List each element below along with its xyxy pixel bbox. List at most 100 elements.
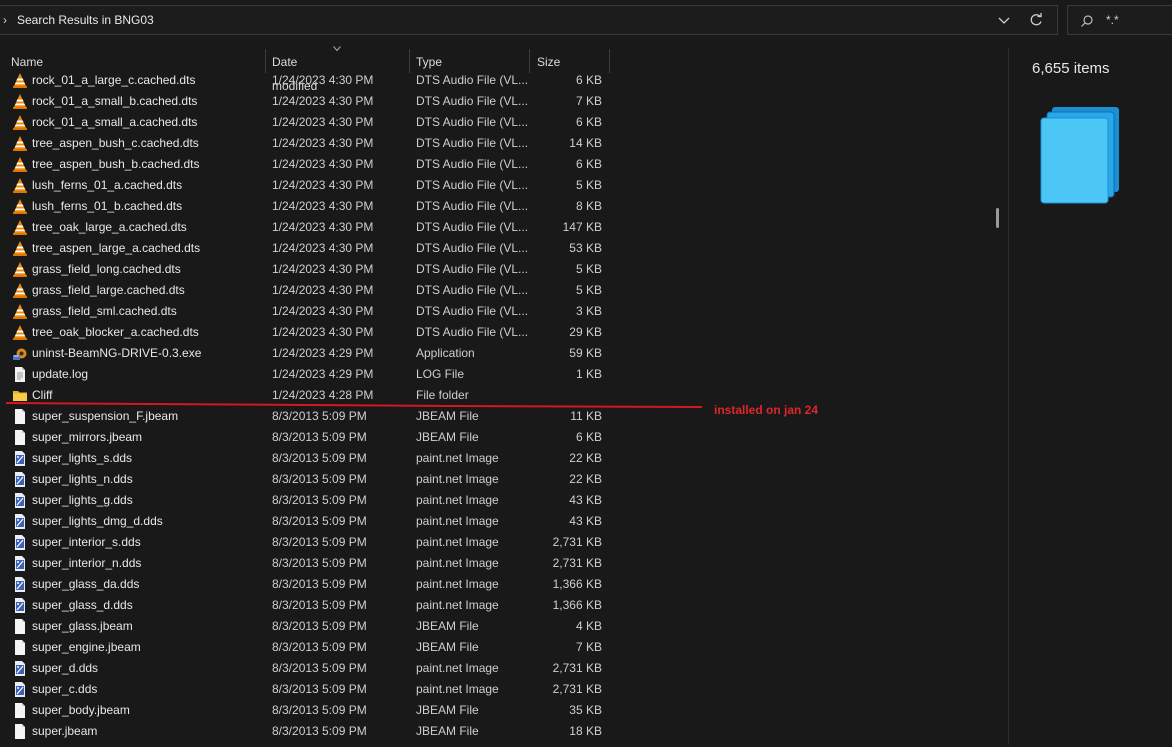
vlc-cone-icon (12, 177, 28, 194)
file-type: paint.net Image (416, 493, 499, 507)
file-row[interactable]: super_interior_s.dds 8/3/2013 5:09 PM pain… (0, 532, 620, 553)
file-name: grass_field_large.cached.dts (32, 283, 185, 297)
file-row[interactable]: grass_field_sml.cached.dts 1/24/2023 4:30… (0, 301, 620, 322)
file-type: DTS Audio File (VL... (416, 325, 529, 339)
chevron-right-icon[interactable]: › (3, 13, 7, 27)
file-row[interactable]: tree_aspen_bush_b.cached.dts 1/24/2023 4:… (0, 154, 620, 175)
file-row[interactable]: super_glass.jbeam 8/3/2013 5:09 PM JBEAM F… (0, 616, 620, 637)
file-row[interactable]: super_glass_d.dds 8/3/2013 5:09 PM paint.n… (0, 595, 620, 616)
file-date-modified: 1/24/2023 4:30 PM (272, 304, 374, 318)
file-row[interactable]: lush_ferns_01_b.cached.dts 1/24/2023 4:30… (0, 196, 620, 217)
file-size: 22 KB (569, 472, 602, 486)
file-size: 7 KB (575, 94, 602, 108)
scrollbar-thumb[interactable] (996, 208, 999, 228)
file-type: DTS Audio File (VL... (416, 178, 529, 192)
file-name: super_interior_n.dds (32, 556, 142, 570)
file-row[interactable]: super_lights_s.dds 8/3/2013 5:09 PM paint.… (0, 448, 620, 469)
file-size: 7 KB (575, 640, 602, 654)
file-name: update.log (32, 367, 89, 381)
file-name: super_mirrors.jbeam (32, 430, 143, 444)
file-type: DTS Audio File (VL... (416, 136, 529, 150)
file-size: 5 KB (575, 178, 602, 192)
file-row[interactable]: super_glass_da.dds 8/3/2013 5:09 PM paint.… (0, 574, 620, 595)
file-size: 14 KB (569, 136, 602, 150)
search-input[interactable]: *.* (1106, 13, 1119, 27)
file-date-modified: 8/3/2013 5:09 PM (272, 598, 367, 612)
file-type: DTS Audio File (VL... (416, 220, 529, 234)
file-date-modified: 8/3/2013 5:09 PM (272, 493, 367, 507)
file-size: 147 KB (562, 220, 602, 234)
file-row[interactable]: tree_oak_blocker_a.cached.dts 1/24/2023 4… (0, 322, 620, 343)
file-date-modified: 8/3/2013 5:09 PM (272, 619, 367, 633)
file-row[interactable]: super_lights_g.dds 8/3/2013 5:09 PM paint.… (0, 490, 620, 511)
paintnet-image-icon (12, 513, 28, 530)
file-name: super_interior_s.dds (32, 535, 141, 549)
file-row[interactable]: grass_field_long.cached.dts 1/24/2023 4:3… (0, 259, 620, 280)
file-row[interactable]: super_mirrors.jbeam 8/3/2013 5:09 PM JBEAM… (0, 427, 620, 448)
file-type: paint.net Image (416, 472, 499, 486)
file-row[interactable]: grass_field_large.cached.dts 1/24/2023 4:… (0, 280, 620, 301)
file-name: uninst-BeamNG-DRIVE-0.3.exe (32, 346, 202, 360)
file-row[interactable]: super_lights_n.dds 8/3/2013 5:09 PM paint.… (0, 469, 620, 490)
file-size: 43 KB (569, 514, 602, 528)
file-date-modified: 1/24/2023 4:30 PM (272, 178, 374, 192)
file-row[interactable]: super_engine.jbeam 8/3/2013 5:09 PM JBEAM … (0, 637, 620, 658)
blank-file-icon (12, 723, 28, 740)
file-type: DTS Audio File (VL... (416, 283, 529, 297)
file-date-modified: 8/3/2013 5:09 PM (272, 556, 367, 570)
file-type: DTS Audio File (VL... (416, 94, 529, 108)
file-date-modified: 1/24/2023 4:30 PM (272, 136, 374, 150)
search-box[interactable]: *.* (1067, 5, 1172, 35)
file-row[interactable]: rock_01_a_large_c.cached.dts 1/24/2023 4:… (0, 70, 620, 91)
search-icon (1081, 15, 1093, 27)
details-pane-divider[interactable] (1008, 48, 1009, 745)
file-size: 22 KB (569, 451, 602, 465)
file-size: 2,731 KB (552, 661, 602, 675)
blank-file-icon (12, 429, 28, 446)
file-name: super_body.jbeam (32, 703, 130, 717)
address-bar[interactable]: › Search Results in BNG03 (0, 5, 1058, 35)
file-size: 6 KB (575, 73, 602, 87)
file-name: rock_01_a_small_a.cached.dts (32, 115, 198, 129)
file-size: 5 KB (575, 283, 602, 297)
file-type: DTS Audio File (VL... (416, 199, 529, 213)
file-row[interactable]: super_c.dds 8/3/2013 5:09 PM paint.net Ima… (0, 679, 620, 700)
file-date-modified: 8/3/2013 5:09 PM (272, 640, 367, 654)
file-row[interactable]: uninst-BeamNG-DRIVE-0.3.exe 1/24/2023 4:2… (0, 343, 620, 364)
file-row[interactable]: super.jbeam 8/3/2013 5:09 PM JBEAM File 18 … (0, 721, 620, 742)
file-type: JBEAM File (416, 619, 479, 633)
file-date-modified: 1/24/2023 4:30 PM (272, 157, 374, 171)
file-size: 5 KB (575, 262, 602, 276)
file-row[interactable]: rock_01_a_small_a.cached.dts 1/24/2023 4:… (0, 112, 620, 133)
file-name: lush_ferns_01_b.cached.dts (32, 199, 183, 213)
file-row[interactable]: super_lights_dmg_d.dds 8/3/2013 5:09 PM pa… (0, 511, 620, 532)
file-row[interactable]: super_body.jbeam 8/3/2013 5:09 PM JBEAM Fi… (0, 700, 620, 721)
file-row[interactable]: tree_oak_large_a.cached.dts 1/24/2023 4:3… (0, 217, 620, 238)
file-date-modified: 1/24/2023 4:30 PM (272, 241, 374, 255)
file-date-modified: 8/3/2013 5:09 PM (272, 472, 367, 486)
file-size: 1,366 KB (552, 598, 602, 612)
file-row[interactable]: rock_01_a_small_b.cached.dts 1/24/2023 4:… (0, 91, 620, 112)
file-row[interactable]: tree_aspen_large_a.cached.dts 1/24/2023 4… (0, 238, 620, 259)
vlc-cone-icon (12, 93, 28, 110)
file-type: DTS Audio File (VL... (416, 304, 529, 318)
file-date-modified: 1/24/2023 4:30 PM (272, 73, 374, 87)
file-type: JBEAM File (416, 703, 479, 717)
file-row[interactable]: tree_aspen_bush_c.cached.dts 1/24/2023 4:… (0, 133, 620, 154)
file-name: grass_field_long.cached.dts (32, 262, 181, 276)
file-name: super_d.dds (32, 661, 99, 675)
file-name: tree_aspen_large_a.cached.dts (32, 241, 201, 255)
file-row[interactable]: super_d.dds 8/3/2013 5:09 PM paint.net Ima… (0, 658, 620, 679)
annotation-text: installed on jan 24 (714, 403, 819, 417)
file-size: 1,366 KB (552, 577, 602, 591)
chevron-down-icon[interactable] (996, 12, 1012, 28)
file-type: JBEAM File (416, 430, 479, 444)
file-row[interactable]: super_interior_n.dds 8/3/2013 5:09 PM pain… (0, 553, 620, 574)
file-date-modified: 8/3/2013 5:09 PM (272, 703, 367, 717)
multiple-files-icon (1040, 107, 1119, 204)
file-row[interactable]: lush_ferns_01_a.cached.dts 1/24/2023 4:30… (0, 175, 620, 196)
file-row[interactable]: update.log 1/24/2023 4:29 PM LOG File 1 KB (0, 364, 620, 385)
file-size: 2,731 KB (552, 556, 602, 570)
refresh-icon[interactable] (1028, 12, 1044, 28)
breadcrumb[interactable]: Search Results in BNG03 (17, 13, 154, 27)
